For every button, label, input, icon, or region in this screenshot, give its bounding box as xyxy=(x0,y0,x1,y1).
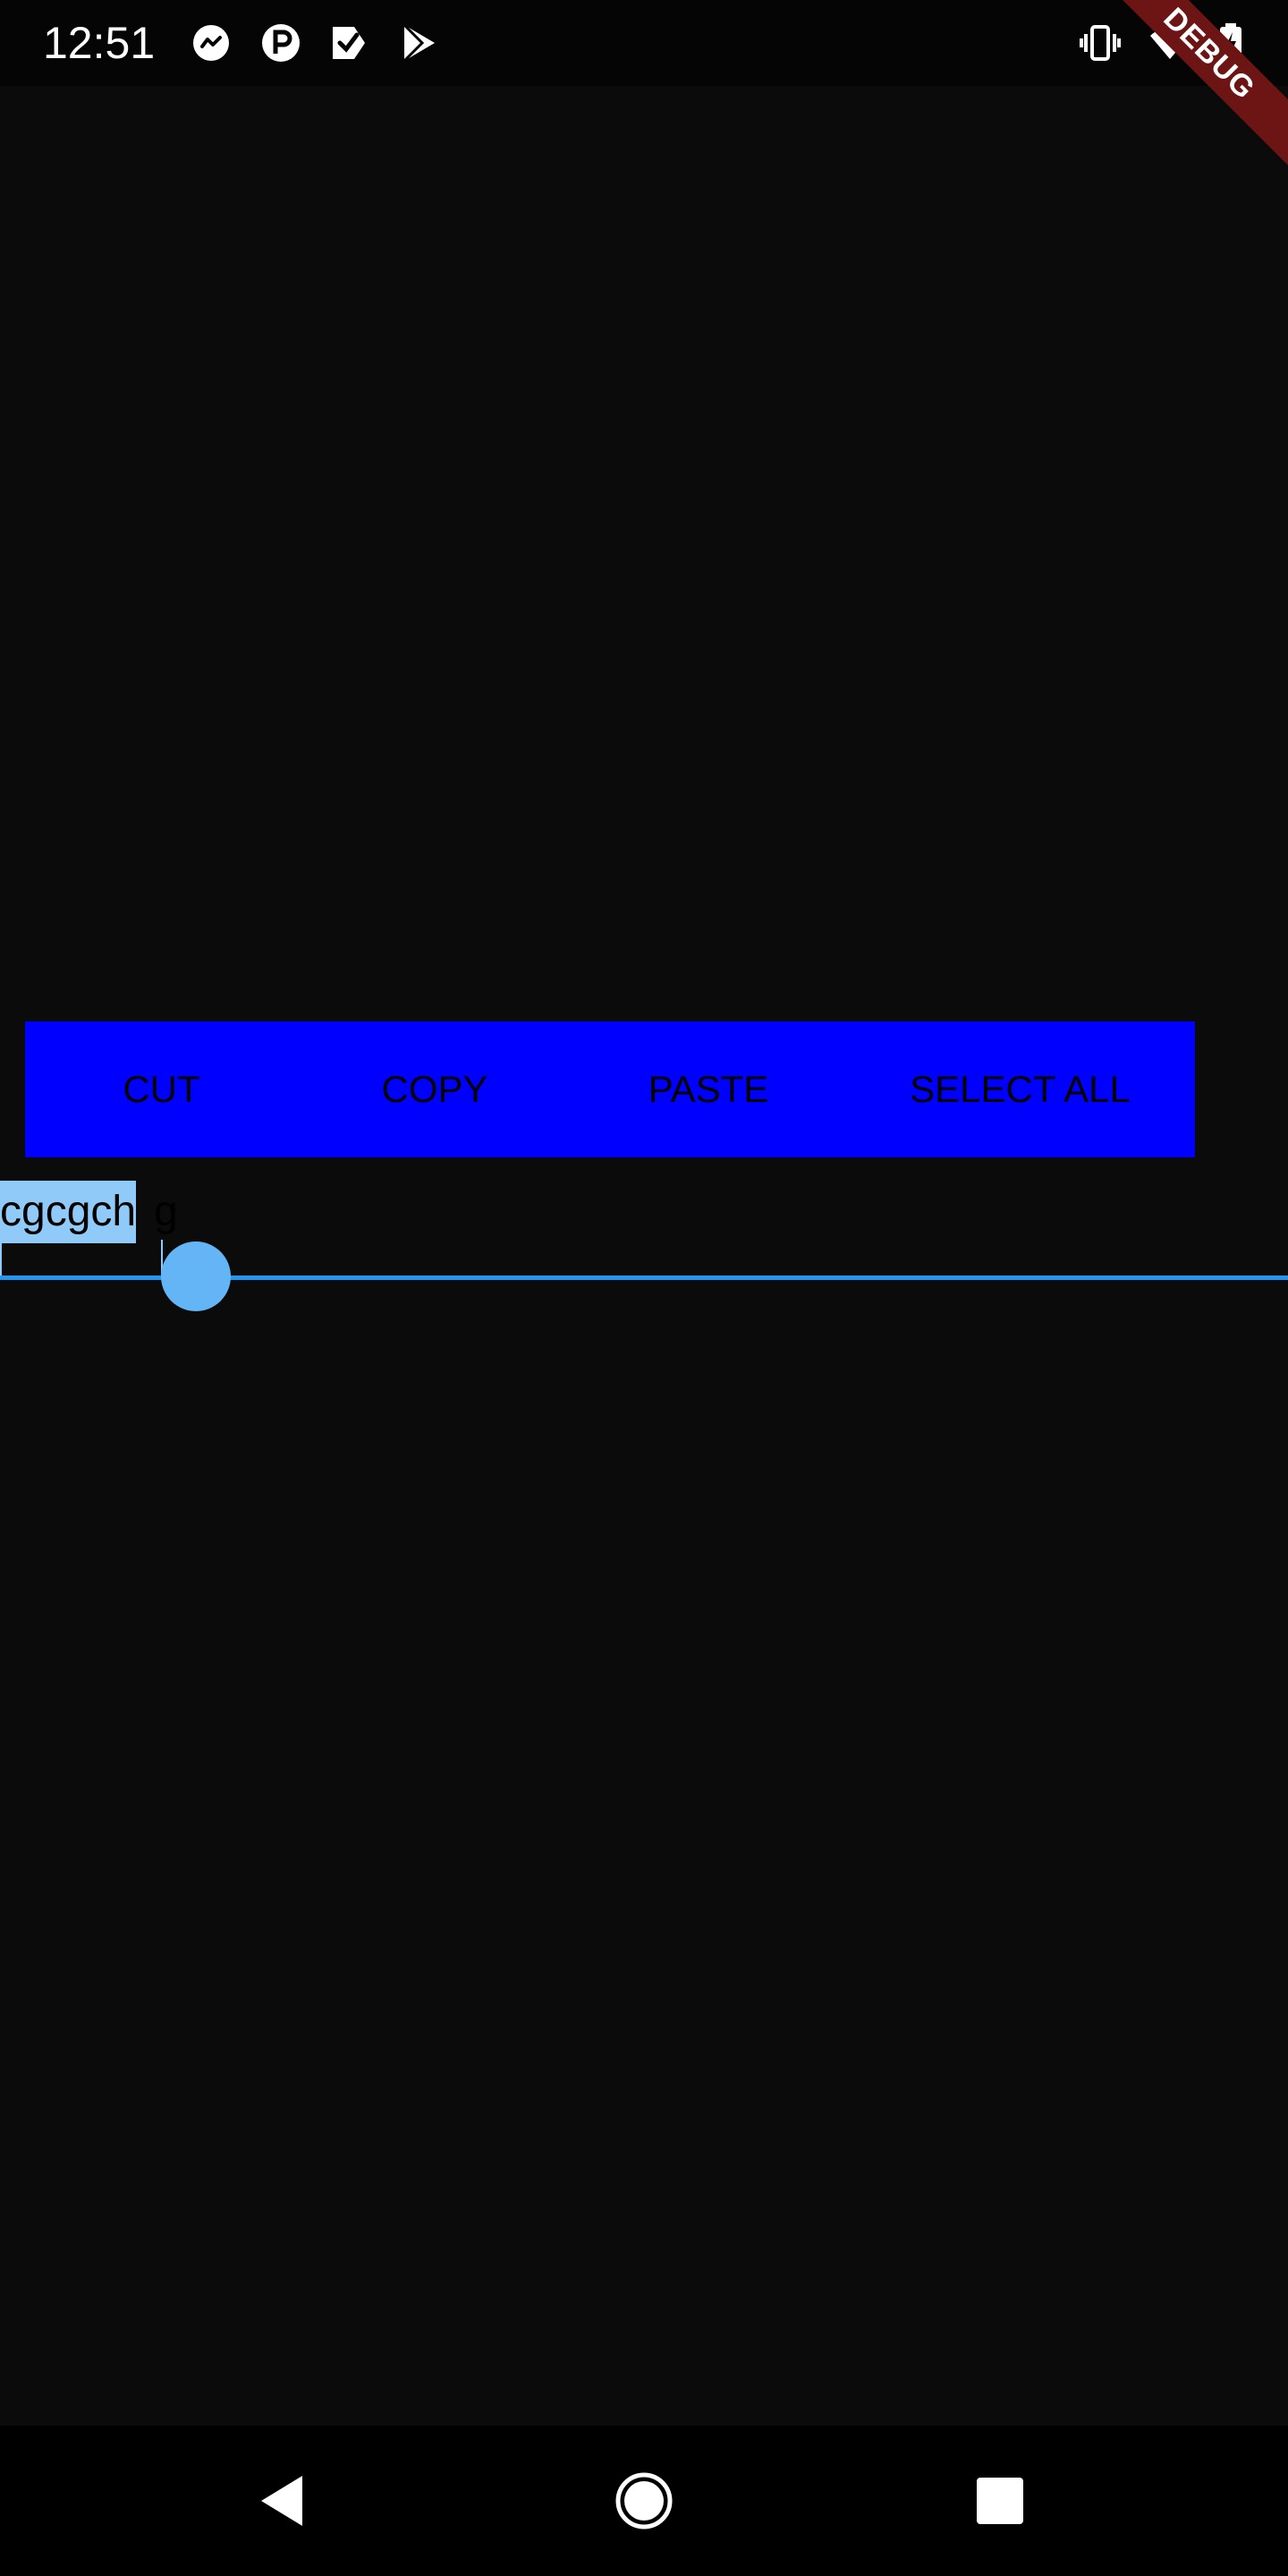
parking-icon xyxy=(259,21,302,64)
navigation-bar xyxy=(0,2426,1288,2576)
play-store-icon xyxy=(397,21,440,64)
selection-handle[interactable] xyxy=(161,1241,231,1311)
paste-button[interactable]: PASTE xyxy=(572,1021,845,1157)
select-all-button[interactable]: SELECT ALL xyxy=(845,1021,1195,1157)
text-input-value[interactable]: cgcgch g xyxy=(0,1181,178,1243)
selection-outline xyxy=(0,1240,163,1279)
text-input[interactable]: cgcgch g xyxy=(0,1181,1288,1311)
task-check-icon xyxy=(327,21,370,64)
recents-icon[interactable] xyxy=(964,2465,1036,2537)
text-selection-toolbar: CUT COPY PASTE SELECT ALL xyxy=(25,1021,1195,1157)
selected-text[interactable]: cgcgch xyxy=(0,1181,137,1243)
vibrate-icon xyxy=(1079,21,1122,64)
status-time: 12:51 xyxy=(43,18,156,68)
status-bar: 12:51 xyxy=(0,0,1288,86)
unselected-text[interactable]: g xyxy=(136,1181,178,1243)
back-icon[interactable] xyxy=(249,2465,320,2537)
cut-button[interactable]: CUT xyxy=(25,1021,298,1157)
home-icon[interactable] xyxy=(608,2465,680,2537)
copy-button[interactable]: COPY xyxy=(298,1021,572,1157)
messenger-icon xyxy=(190,21,233,64)
screen: 12:51 DEBUG CUT COPY PASTE SELECT ALL cg… xyxy=(0,0,1288,2576)
